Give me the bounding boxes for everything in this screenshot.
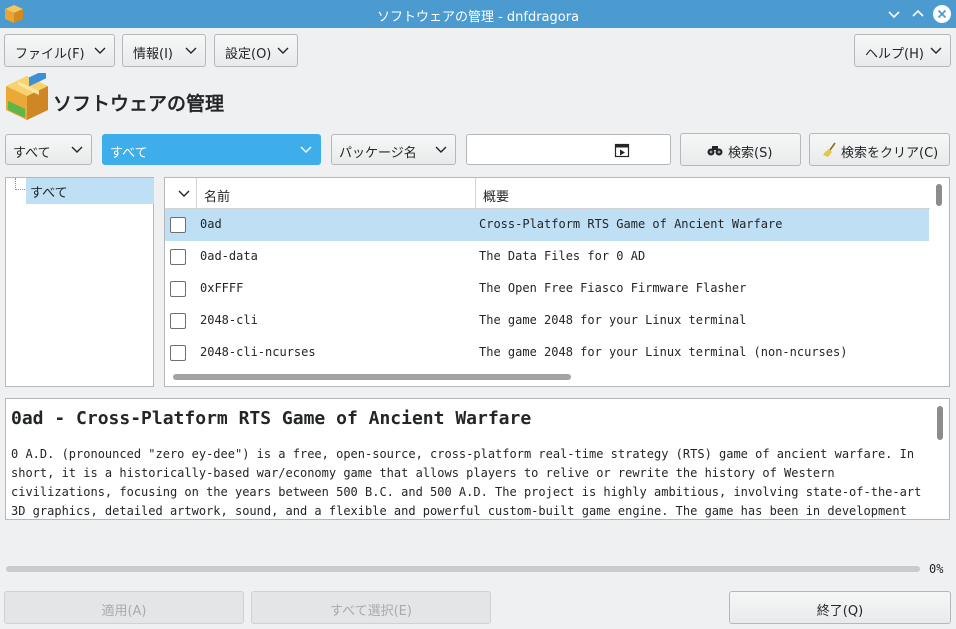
- broom-icon: [823, 142, 836, 157]
- quit-button-label: 終了(Q): [816, 604, 864, 619]
- group-tree[interactable]: すべて: [5, 177, 154, 387]
- calendar-icon[interactable]: [614, 142, 630, 158]
- title-bar: ソフトウェアの管理 - dnfdragora: [0, 0, 956, 28]
- package-summary: Cross-Platform RTS Game of Ancient Warfa…: [479, 217, 783, 231]
- name-column-label: 名前: [204, 190, 231, 205]
- window-title: ソフトウェアの管理 - dnfdragora: [376, 10, 580, 25]
- package-name: 2048-cli-ncurses: [200, 345, 316, 359]
- package-name: 0xFFFF: [200, 281, 244, 295]
- view-filter-select[interactable]: すべて: [5, 134, 92, 165]
- package-table[interactable]: 名前 概要 0ad Cross-Platform RTS Game of Anc…: [164, 177, 950, 387]
- chevron-down-icon: [277, 47, 289, 54]
- help-menu-button[interactable]: ヘルプ(H): [854, 34, 951, 67]
- chevron-down-icon: [435, 146, 447, 153]
- summary-column-header[interactable]: 概要: [476, 178, 930, 209]
- apply-button[interactable]: 適用(A): [4, 591, 244, 624]
- chevron-down-icon: [94, 47, 106, 54]
- clear-search-button-label: 検索をクリア(C): [841, 146, 939, 161]
- package-summary: The game 2048 for your Linux terminal (n…: [479, 345, 848, 359]
- chevron-down-icon: [930, 47, 942, 54]
- search-button[interactable]: 検索(S): [680, 133, 801, 166]
- package-name: 0ad-data: [200, 249, 258, 263]
- package-summary: The Open Free Fiasco Firmware Flasher: [479, 281, 747, 295]
- group-item-label: すべて: [30, 186, 68, 201]
- row-checkbox[interactable]: [170, 249, 186, 265]
- apply-button-label: 適用(A): [101, 604, 147, 619]
- status-filter-select[interactable]: すべて: [102, 134, 321, 165]
- package-info-description: 0 A.D. (pronounced "zero ey-dee") is a f…: [11, 447, 922, 518]
- select-all-button[interactable]: すべて選択(E): [251, 591, 491, 624]
- package-summary: The Data Files for 0 AD: [479, 249, 646, 263]
- table-row[interactable]: 2048-cli The game 2048 for your Linux te…: [165, 305, 929, 337]
- table-row[interactable]: 0xFFFF The Open Free Fiasco Firmware Fla…: [165, 273, 929, 305]
- page-title: ソフトウェアの管理: [53, 93, 225, 115]
- row-checkbox[interactable]: [170, 313, 186, 329]
- package-info-pane: 0ad - Cross-Platform RTS Game of Ancient…: [5, 398, 950, 520]
- package-info-title: 0ad - Cross-Platform RTS Game of Ancient…: [11, 408, 532, 429]
- binoculars-icon: [707, 146, 723, 156]
- close-icon[interactable]: [932, 4, 952, 24]
- search-button-label: 検索(S): [728, 146, 773, 161]
- table-vertical-scrollbar[interactable]: [936, 184, 942, 206]
- row-checkbox[interactable]: [170, 281, 186, 297]
- table-row[interactable]: 2048-cli-ncurses The game 2048 for your …: [165, 337, 929, 369]
- info-menu-button[interactable]: 情報(I): [122, 34, 206, 67]
- settings-menu-button[interactable]: 設定(O): [214, 34, 298, 67]
- search-input[interactable]: [466, 134, 671, 165]
- row-checkbox[interactable]: [170, 217, 186, 233]
- chevron-down-icon: [71, 146, 83, 153]
- search-field-select[interactable]: パッケージ名: [331, 134, 456, 165]
- clear-search-button[interactable]: 検索をクリア(C): [809, 133, 950, 166]
- chevron-down-icon: [178, 190, 190, 197]
- chevron-down-icon: [300, 146, 312, 153]
- name-column-header[interactable]: 名前: [197, 178, 476, 209]
- file-menu-label: ファイル(F): [15, 47, 85, 62]
- progress-label: 0%: [929, 562, 944, 576]
- table-header: 名前 概要: [165, 178, 930, 209]
- package-name: 2048-cli: [200, 313, 258, 327]
- info-vertical-scrollbar[interactable]: [937, 406, 943, 440]
- settings-menu-label: 設定(O): [225, 47, 272, 62]
- search-field-value: パッケージ名: [339, 146, 417, 161]
- table-horizontal-scrollbar[interactable]: [173, 374, 571, 380]
- file-menu-button[interactable]: ファイル(F): [4, 34, 115, 67]
- select-column-header[interactable]: [165, 178, 197, 209]
- info-menu-label: 情報(I): [133, 47, 173, 62]
- status-filter-value: すべて: [110, 146, 148, 161]
- select-all-button-label: すべて選択(E): [330, 604, 412, 619]
- table-row[interactable]: 0ad Cross-Platform RTS Game of Ancient W…: [165, 209, 929, 241]
- chevron-down-icon[interactable]: [884, 4, 904, 24]
- row-checkbox[interactable]: [170, 345, 186, 361]
- package-summary: The game 2048 for your Linux terminal: [479, 313, 747, 327]
- chevron-down-icon: [185, 47, 197, 54]
- group-item-all[interactable]: すべて: [26, 178, 154, 204]
- summary-column-label: 概要: [483, 190, 510, 205]
- chevron-up-icon[interactable]: [908, 4, 928, 24]
- table-row[interactable]: 0ad-data The Data Files for 0 AD: [165, 241, 929, 273]
- help-menu-label: ヘルプ(H): [865, 47, 924, 62]
- quit-button[interactable]: 終了(Q): [729, 591, 951, 624]
- progress-bar: [6, 566, 920, 572]
- view-filter-value: すべて: [13, 146, 51, 161]
- package-name: 0ad: [200, 217, 222, 231]
- package-box-icon: [6, 73, 48, 120]
